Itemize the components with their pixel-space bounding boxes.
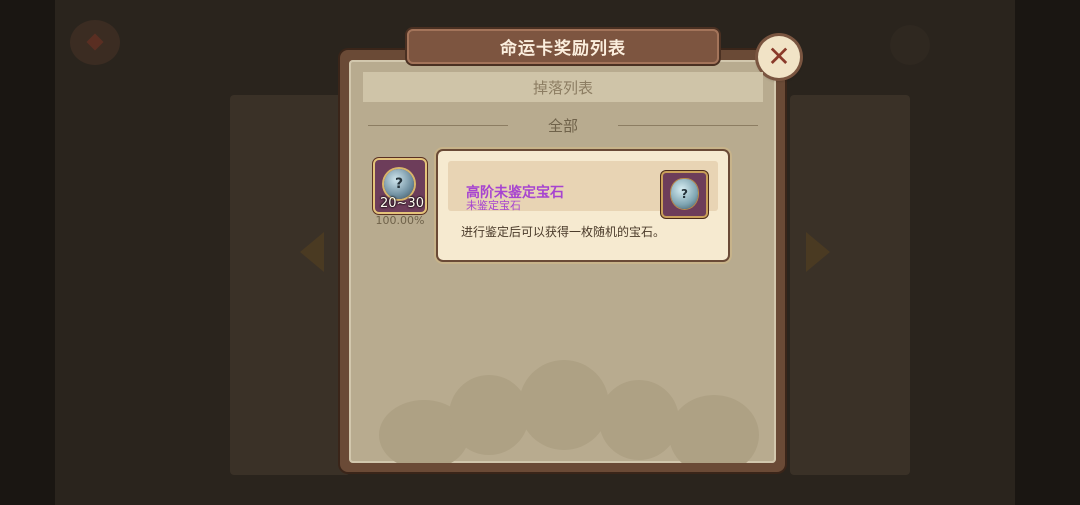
filter-divider: 全部	[368, 112, 759, 138]
previous-arrow-icon	[300, 232, 324, 272]
filter-all-label[interactable]: 全部	[508, 115, 618, 136]
close-x-icon: ✕	[767, 40, 791, 73]
dialog-title-banner: 命运卡奖励列表	[407, 29, 719, 64]
background-emblem-icon	[70, 20, 120, 65]
background-page-left	[230, 95, 350, 475]
background-page-right	[790, 95, 910, 475]
dialog-title: 命运卡奖励列表	[500, 39, 626, 59]
tooltip-item-icon: ?	[663, 173, 706, 216]
decorative-clouds	[359, 340, 769, 463]
unidentified-gem-icon: ?	[384, 169, 414, 199]
drop-list-header: 掉落列表	[363, 72, 763, 102]
divider-line-right	[618, 124, 759, 126]
next-arrow-icon	[806, 232, 830, 272]
close-button[interactable]: ✕	[758, 36, 800, 78]
background-circle-icon	[890, 25, 930, 65]
item-type: 未鉴定宝石	[466, 199, 521, 212]
divider-line-left	[368, 124, 508, 126]
reward-quantity: 20~30	[380, 196, 424, 211]
unidentified-gem-icon: ?	[671, 179, 698, 209]
item-description: 进行鉴定后可以获得一枚随机的宝石。	[461, 225, 666, 239]
drop-list-header-label: 掉落列表	[532, 78, 593, 97]
reward-drop-chance: 100.00%	[375, 214, 425, 227]
